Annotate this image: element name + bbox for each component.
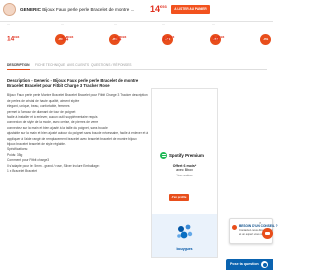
ad-brand: Spotify Premium (169, 153, 204, 158)
spotify-logo-icon (160, 152, 167, 159)
tab-questions-answers[interactable]: QUESTIONS / RÉPONSES (91, 63, 132, 67)
chat-icon (261, 261, 268, 268)
product-description: Description - Generic - Bijoux Faux perl… (7, 78, 155, 175)
bouygues-logo-icon (177, 224, 193, 239)
add-to-cart-button[interactable]: A LISTER AU PANIER (171, 5, 210, 14)
help-button[interactable] (262, 228, 273, 239)
description-line: 1 x Bracelet Bracelet (7, 169, 37, 174)
related-product[interactable]: ... 14€93 -0% (7, 22, 66, 52)
related-product-name: ... (212, 22, 215, 26)
related-product-price: 14€93 (61, 35, 74, 43)
header-price: 14€93 (150, 4, 167, 14)
product-tabs: DESCRIPTION FICHE TECHNIQUE AVIS CLIENTS… (7, 63, 267, 70)
ad-offer-line1: Offert 6 mois* (172, 164, 197, 168)
related-product-price: 14€93 (212, 35, 225, 43)
ad-footer: bouygues (152, 214, 217, 257)
ask-question-bar[interactable]: Pose ta question (226, 259, 273, 270)
related-product[interactable]: ... 14€93 -0% (212, 22, 271, 52)
ask-question-label: Pose ta question (230, 262, 259, 266)
tab-description[interactable]: DESCRIPTION (7, 63, 30, 70)
chat-bubble-icon (232, 225, 237, 230)
ad-top: Spotify Premium Offert 6 mois* avec Bbox… (152, 89, 217, 214)
header-price-cents: €93 (160, 4, 167, 9)
ad-offer: Offert 6 mois* avec Bbox (152, 164, 217, 173)
related-product[interactable]: ... 14€93 -0% (61, 22, 120, 52)
spotify-advertisement[interactable]: Spotify Premium Offert 6 mois* avec Bbox… (151, 88, 218, 258)
ad-advertiser: bouygues (176, 247, 193, 251)
related-product-price: 14€93 (114, 35, 127, 43)
header-price-main: 14 (150, 4, 161, 14)
product-title-text: Bijoux Faux perle perle Bracelet de mont… (42, 7, 135, 12)
description-heading: Description - Generic - Bijoux Faux perl… (7, 78, 139, 89)
product-title: GENERIC Bijoux Faux perle perle Bracelet… (20, 7, 134, 12)
description-line: ajustable sur la main et bien ajusté aut… (7, 131, 149, 136)
help-title: BESOIN D'UN CONSEIL ? (239, 224, 278, 228)
ad-conditions: *Sous conditions (176, 175, 193, 177)
tab-technical-sheet[interactable]: FICHE TECHNIQUE (35, 63, 65, 67)
product-brand: GENERIC (20, 7, 41, 12)
related-product-name: ... (7, 22, 10, 26)
tab-customer-reviews[interactable]: AVIS CLIENTS (67, 63, 89, 67)
sticky-product-header: GENERIC Bijoux Faux perle perle Bracelet… (0, 0, 273, 22)
related-products: ... 14€93 -0% ... 14€93 -0% ... 14€93 -0… (0, 22, 273, 52)
related-product-price: 14€93 (7, 35, 20, 43)
ad-offer-line2: avec Bbox (176, 168, 193, 173)
related-product-name: ... (61, 22, 64, 26)
discount-badge: -0% (260, 34, 271, 45)
description-body: Bijoux Faux perle perle Montre Bracelet … (7, 93, 155, 174)
product-thumbnail[interactable] (3, 3, 16, 16)
related-product-price: 14€93 (162, 35, 175, 43)
ad-cta-button[interactable]: J'en profite (169, 194, 189, 201)
